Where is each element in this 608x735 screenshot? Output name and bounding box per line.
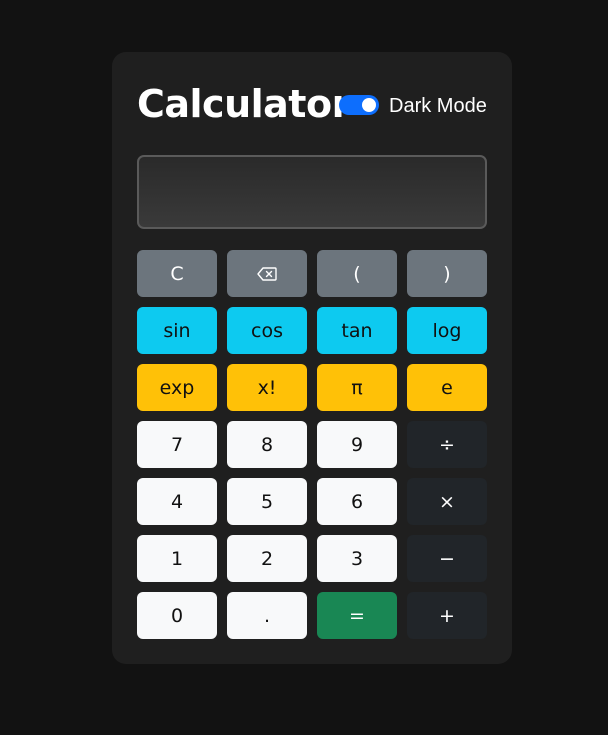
backspace-icon [257, 266, 277, 281]
tan-button[interactable]: tan [317, 307, 397, 354]
sin-button[interactable]: sin [137, 307, 217, 354]
calculator-card: Calculator Dark Mode C ( ) sin cos tan l… [112, 52, 512, 664]
dark-mode-label[interactable]: Dark Mode [389, 94, 487, 118]
keypad: C ( ) sin cos tan log exp x! π e 7 8 9 ÷… [137, 250, 487, 639]
close-paren-button[interactable]: ) [407, 250, 487, 297]
factorial-button[interactable]: x! [227, 364, 307, 411]
cos-button[interactable]: cos [227, 307, 307, 354]
digit-9-button[interactable]: 9 [317, 421, 397, 468]
dark-mode-toggle[interactable] [339, 95, 379, 115]
divide-button[interactable]: ÷ [407, 421, 487, 468]
digit-8-button[interactable]: 8 [227, 421, 307, 468]
multiply-button[interactable]: × [407, 478, 487, 525]
digit-2-button[interactable]: 2 [227, 535, 307, 582]
digit-6-button[interactable]: 6 [317, 478, 397, 525]
log-button[interactable]: log [407, 307, 487, 354]
decimal-button[interactable]: . [227, 592, 307, 639]
clear-button[interactable]: C [137, 250, 217, 297]
pi-button[interactable]: π [317, 364, 397, 411]
digit-3-button[interactable]: 3 [317, 535, 397, 582]
digit-7-button[interactable]: 7 [137, 421, 217, 468]
minus-button[interactable]: − [407, 535, 487, 582]
toggle-knob [362, 98, 376, 112]
display-input[interactable] [137, 155, 487, 229]
page-title: Calculator [137, 82, 350, 126]
e-button[interactable]: e [407, 364, 487, 411]
digit-0-button[interactable]: 0 [137, 592, 217, 639]
backspace-button[interactable] [227, 250, 307, 297]
digit-1-button[interactable]: 1 [137, 535, 217, 582]
open-paren-button[interactable]: ( [317, 250, 397, 297]
calculator-header: Calculator Dark Mode [137, 80, 487, 128]
equals-button[interactable]: = [317, 592, 397, 639]
plus-button[interactable]: + [407, 592, 487, 639]
digit-4-button[interactable]: 4 [137, 478, 217, 525]
exp-button[interactable]: exp [137, 364, 217, 411]
digit-5-button[interactable]: 5 [227, 478, 307, 525]
